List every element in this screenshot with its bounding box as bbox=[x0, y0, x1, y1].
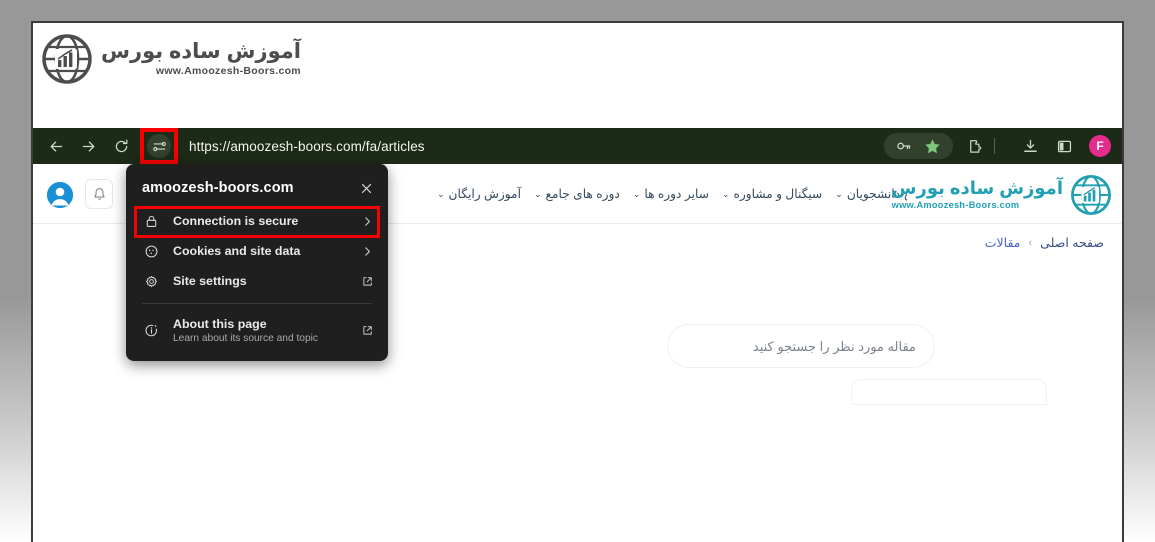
close-icon[interactable] bbox=[359, 181, 374, 196]
menu-item-cookies-and-site-data[interactable]: Cookies and site data bbox=[126, 236, 388, 266]
menu-item-connection-is-secure[interactable]: Connection is secure bbox=[126, 206, 388, 236]
bell-icon[interactable] bbox=[85, 179, 113, 209]
search-input[interactable] bbox=[686, 339, 916, 354]
site-nav-menu[interactable]: آموزش رایگان ⌄ دوره های جامع ⌄ سایر دوره… bbox=[437, 164, 907, 224]
menu-item-label: Cookies and site data bbox=[173, 244, 348, 258]
nav-item-3[interactable]: سیگنال و مشاوره ⌄ bbox=[722, 187, 822, 201]
watermark-logo-url: www.Amoozesh-Boors.com bbox=[156, 66, 301, 77]
nav-item-label: دوره های جامع bbox=[546, 187, 620, 201]
nav-item-1[interactable]: دوره های جامع ⌄ bbox=[534, 187, 620, 201]
nav-item-label: سیگنال و مشاوره bbox=[733, 187, 822, 201]
globe-chart-icon bbox=[1070, 174, 1112, 216]
about-this-page-texts: About this page Learn about its source a… bbox=[173, 317, 348, 344]
nav-item-label: آموزش رایگان bbox=[449, 187, 521, 201]
browser-window: آموزش ساده بورس www.Amoozesh-Boors.com آ… bbox=[33, 23, 1122, 542]
menu-item-about-this-page[interactable]: About this page Learn about its source a… bbox=[126, 310, 388, 351]
site-logo-url: www.Amoozesh-Boors.com bbox=[892, 201, 1020, 210]
profile-avatar[interactable]: F bbox=[1089, 135, 1111, 157]
info-sparkle-icon bbox=[142, 323, 160, 338]
chevron-down-icon: ⌄ bbox=[722, 189, 730, 200]
omnibox-action-pill bbox=[884, 133, 953, 159]
breadcrumb-current: مقالات bbox=[985, 235, 1021, 250]
side-panel-icon[interactable] bbox=[1056, 138, 1073, 155]
nav-item-2[interactable]: سایر دوره ها ⌄ bbox=[633, 187, 709, 201]
chevron-down-icon: ⌄ bbox=[835, 189, 843, 200]
arrow-right-icon[interactable] bbox=[74, 132, 102, 160]
reload-icon[interactable] bbox=[107, 132, 135, 160]
menu-item-label: Site settings bbox=[173, 274, 348, 288]
nav-item-label: سایر دوره ها bbox=[644, 187, 709, 201]
open-in-new-icon bbox=[361, 324, 374, 337]
site-info-domain: amoozesh-boors.com bbox=[142, 180, 294, 196]
download-icon[interactable] bbox=[1022, 138, 1039, 155]
tune-sliders-icon[interactable] bbox=[147, 134, 171, 158]
chevron-right-icon bbox=[361, 215, 374, 228]
puzzle-piece-icon[interactable] bbox=[967, 138, 984, 155]
menu-item-site-settings[interactable]: Site settings bbox=[126, 266, 388, 296]
site-logo-text: آموزش ساده بورس www.Amoozesh-Boors.com bbox=[892, 179, 1063, 210]
site-info-dropdown: amoozesh-boors.com Connection is secure bbox=[126, 164, 388, 361]
key-icon[interactable] bbox=[896, 138, 912, 154]
menu-divider bbox=[142, 303, 372, 304]
breadcrumb-home[interactable]: صفحه اصلی bbox=[1040, 235, 1104, 250]
menu-item-label: Connection is secure bbox=[173, 214, 348, 228]
user-avatar-icon[interactable] bbox=[47, 182, 73, 208]
cookie-icon bbox=[142, 244, 160, 259]
site-info-button-wrap bbox=[143, 131, 175, 161]
chevron-down-icon: ⌄ bbox=[633, 189, 641, 200]
lock-icon bbox=[142, 214, 160, 229]
gear-icon bbox=[142, 274, 160, 289]
site-logo-title: آموزش ساده بورس bbox=[892, 179, 1063, 197]
watermark-logo-text: آموزش ساده بورس www.Amoozesh-Boors.com bbox=[101, 41, 301, 77]
chevron-down-icon: ⌄ bbox=[437, 189, 445, 200]
article-search-box[interactable] bbox=[667, 324, 935, 368]
nav-item-0[interactable]: آموزش رایگان ⌄ bbox=[437, 187, 521, 201]
result-card-peek bbox=[851, 379, 1047, 405]
menu-item-sublabel: Learn about its source and topic bbox=[173, 333, 348, 344]
url-text[interactable]: https://amoozesh-boors.com/fa/articles bbox=[189, 139, 425, 154]
breadcrumb-separator: › bbox=[1029, 237, 1033, 249]
globe-chart-icon bbox=[41, 33, 93, 85]
toolbar-divider bbox=[994, 138, 995, 154]
menu-item-label: About this page bbox=[173, 317, 348, 331]
watermark-logo: آموزش ساده بورس www.Amoozesh-Boors.com bbox=[41, 33, 301, 85]
chevron-down-icon: ⌄ bbox=[534, 189, 542, 200]
star-filled-icon[interactable] bbox=[924, 138, 941, 155]
breadcrumb: صفحه اصلی › مقالات bbox=[985, 235, 1104, 250]
chevron-right-icon bbox=[361, 245, 374, 258]
arrow-left-icon[interactable] bbox=[42, 132, 70, 160]
open-in-new-icon bbox=[361, 275, 374, 288]
watermark-logo-title: آموزش ساده بورس bbox=[101, 41, 301, 62]
browser-toolbar: https://amoozesh-boors.com/fa/articles bbox=[33, 128, 1122, 164]
toolbar-actions: F bbox=[884, 128, 1122, 164]
site-info-header: amoozesh-boors.com bbox=[126, 172, 388, 206]
site-logo[interactable]: آموزش ساده بورس www.Amoozesh-Boors.com bbox=[892, 174, 1112, 216]
